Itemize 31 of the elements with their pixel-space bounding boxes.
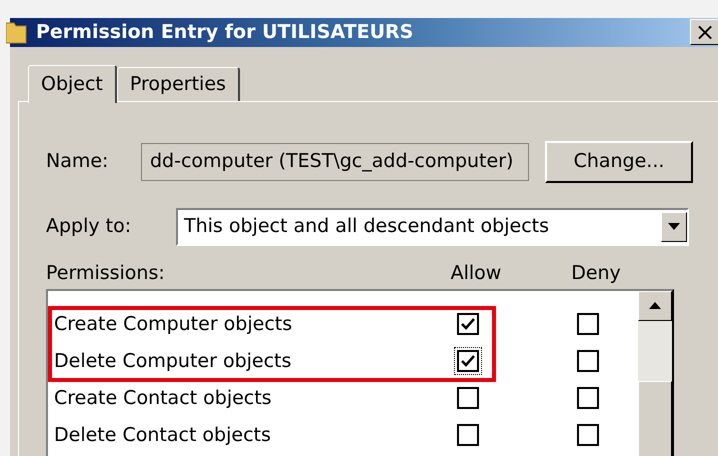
name-label: Name:: [46, 149, 110, 174]
permission-name: Create Contact objects: [54, 386, 272, 409]
checkbox[interactable]: [574, 310, 602, 338]
permissions-label: Permissions:: [46, 261, 166, 286]
tab[interactable]: Properties: [116, 66, 240, 100]
tab[interactable]: Object: [28, 64, 117, 102]
apply-to-dropdown[interactable]: This object and all descendant objects: [176, 208, 689, 246]
checkbox[interactable]: [454, 310, 482, 338]
scroll-thumb[interactable]: [638, 380, 672, 456]
scrollbar[interactable]: [638, 290, 672, 456]
permission-name: Delete Computer objects: [54, 350, 292, 372]
window-title: Permission Entry for UTILISATEURS: [36, 20, 414, 45]
name-field[interactable]: dd-computer (TEST\gc_add-computer): [141, 142, 529, 180]
change-button[interactable]: Change...: [545, 140, 693, 182]
permission-name: Create Computer objects: [54, 312, 292, 335]
checkbox[interactable]: [454, 347, 482, 375]
checkbox[interactable]: [574, 421, 602, 449]
checkmark-icon: [461, 318, 475, 330]
up-arrow-icon: [649, 302, 661, 309]
column-header: Deny: [570, 261, 622, 286]
permission-name: Delete Contact objects: [54, 424, 271, 446]
apply-to-label: Apply to:: [46, 214, 132, 240]
checkbox[interactable]: [454, 421, 482, 449]
column-header: Allow: [450, 261, 502, 286]
close-button[interactable]: ×: [690, 19, 718, 46]
scroll-up-button[interactable]: [638, 290, 672, 320]
checkbox[interactable]: [574, 384, 602, 412]
checkmark-icon: [461, 355, 475, 367]
down-arrow-icon: [668, 223, 680, 230]
checkbox[interactable]: [574, 347, 602, 375]
checkbox[interactable]: [454, 384, 482, 412]
